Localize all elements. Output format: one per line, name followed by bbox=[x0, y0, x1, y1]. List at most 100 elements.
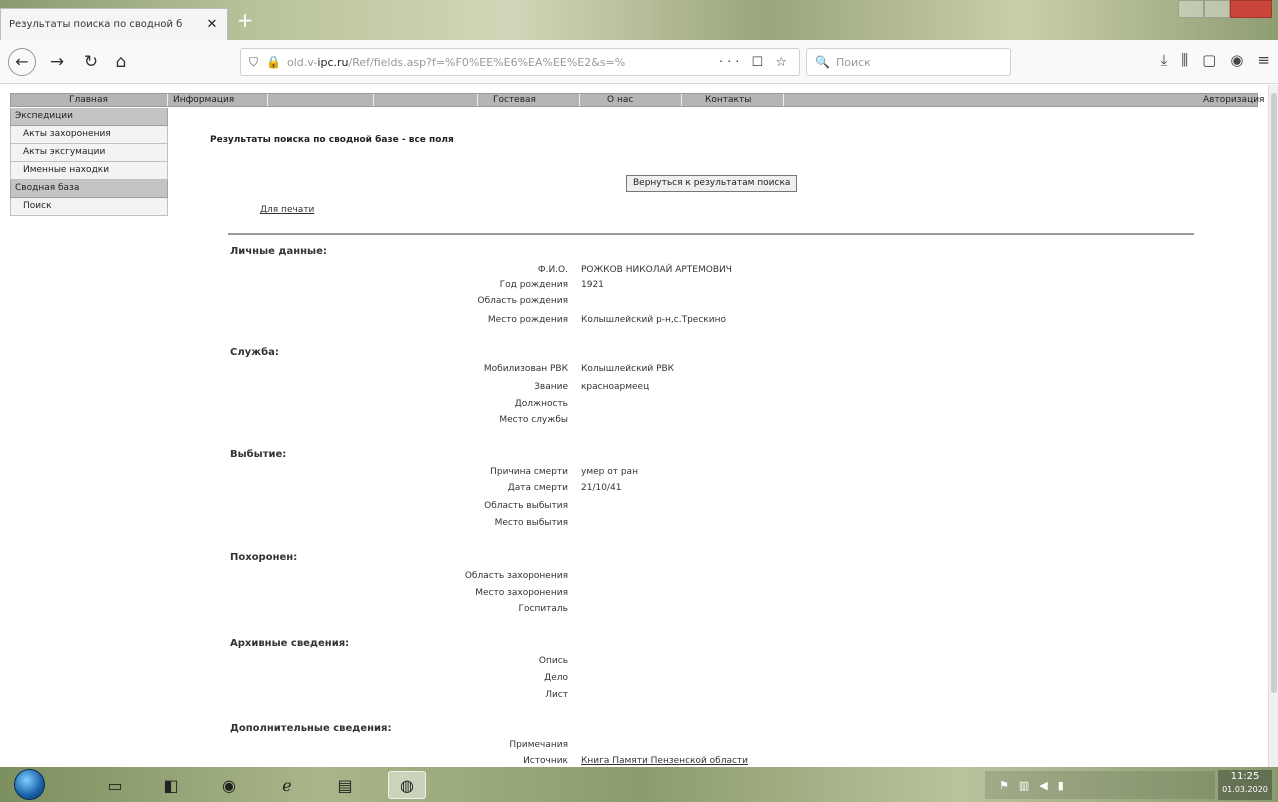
window-close-icon[interactable] bbox=[1230, 0, 1272, 18]
firefox-taskbar-icon[interactable]: ◍ bbox=[388, 771, 426, 799]
section-heading-archive: Архивные сведения: bbox=[230, 638, 350, 649]
window-controls bbox=[1178, 0, 1272, 18]
section-heading-additional: Дополнительные сведения: bbox=[230, 723, 392, 734]
field-value: 1921 bbox=[581, 280, 604, 290]
menu-about[interactable]: О нас bbox=[607, 95, 633, 105]
shield-icon[interactable]: ⛉ bbox=[249, 55, 258, 70]
field-label: Область захоронения bbox=[464, 571, 568, 581]
sidebar: Экспедиции Акты захоронения Акты эксгума… bbox=[10, 108, 168, 216]
browser-tab[interactable]: Результаты поиска по сводной б ✕ bbox=[0, 8, 228, 40]
divider bbox=[228, 233, 1194, 235]
field-label: Опись bbox=[538, 656, 568, 666]
home-icon[interactable]: ⌂ bbox=[110, 51, 132, 73]
url-path: /Ref/fields.asp?f=%F0%EE%E6%EA%EE%E2&s=% bbox=[348, 55, 626, 69]
sidebar-item-burial-acts[interactable]: Акты захоронения bbox=[10, 126, 168, 144]
field-label: Место службы bbox=[499, 415, 568, 425]
menu-home[interactable]: Главная bbox=[69, 95, 108, 105]
windows-logo-icon bbox=[14, 769, 45, 800]
source-link[interactable]: Книга Памяти Пензенской области bbox=[581, 756, 748, 766]
menu-icon[interactable]: ≡ bbox=[1257, 51, 1270, 69]
field-label: Должность bbox=[514, 399, 568, 409]
sidebar-item-expeditions[interactable]: Экспедиции bbox=[10, 108, 168, 126]
network-icon[interactable]: ▥ bbox=[1019, 779, 1029, 792]
search-bar[interactable]: 🔍 bbox=[806, 48, 1011, 76]
media-player-taskbar-icon[interactable]: ◧ bbox=[152, 771, 190, 799]
field-label: Мобилизован РВК bbox=[483, 364, 568, 374]
menu-guestbook[interactable]: Гостевая bbox=[493, 95, 536, 105]
menu-separator bbox=[167, 94, 168, 106]
start-button[interactable] bbox=[6, 769, 52, 800]
section-heading-service: Служба: bbox=[230, 347, 279, 358]
top-menu: Главная Информация Гостевая О нас Контак… bbox=[10, 93, 1264, 107]
minimize-icon[interactable] bbox=[1178, 0, 1204, 18]
volume-icon[interactable]: ◀ bbox=[1039, 779, 1047, 792]
account-icon[interactable]: ◉ bbox=[1230, 51, 1243, 69]
field-value: Колышлейский р-н,с.Трескино bbox=[581, 315, 726, 325]
field-value: умер от ран bbox=[581, 467, 638, 477]
download-icon[interactable]: ⤓ bbox=[1161, 51, 1168, 69]
battery-icon[interactable]: ▮ bbox=[1058, 779, 1064, 792]
vertical-scrollbar[interactable] bbox=[1268, 85, 1278, 767]
close-tab-icon[interactable]: ✕ bbox=[205, 17, 219, 32]
field-value: РОЖКОВ НИКОЛАЙ АРТЕМОВИЧ bbox=[581, 265, 732, 275]
new-tab-icon[interactable]: + bbox=[234, 10, 256, 32]
system-tray: ⚑ ▥ ◀ ▮ bbox=[985, 771, 1215, 799]
search-icon: 🔍 bbox=[815, 55, 830, 69]
url-text[interactable]: old.v-ipc.ru/Ref/fields.asp?f=%F0%EE%E6%… bbox=[287, 56, 711, 69]
forward-arrow-icon[interactable]: → bbox=[46, 51, 68, 73]
back-arrow-icon[interactable]: ← bbox=[8, 48, 36, 76]
sidebar-item-search[interactable]: Поиск bbox=[10, 198, 168, 216]
chrome-taskbar-icon[interactable]: ◉ bbox=[210, 771, 248, 799]
clock-time: 11:25 bbox=[1230, 771, 1260, 782]
sidebar-item-named-finds[interactable]: Именные находки bbox=[10, 162, 168, 180]
search-input[interactable] bbox=[835, 55, 996, 69]
menu-separator bbox=[783, 94, 784, 106]
field-label: Примечания bbox=[509, 740, 568, 750]
field-label: Звание bbox=[534, 382, 568, 392]
field-label: Ф.И.О. bbox=[537, 265, 568, 275]
menu-contacts[interactable]: Контакты bbox=[705, 95, 751, 105]
address-bar[interactable]: ⛉ 🔒 old.v-ipc.ru/Ref/fields.asp?f=%F0%EE… bbox=[240, 48, 800, 76]
field-label: Место выбытия bbox=[494, 518, 568, 528]
print-link[interactable]: Для печати bbox=[260, 205, 314, 215]
field-label: Дело bbox=[544, 673, 568, 683]
taskbar: ▭ ◧ ◉ ℯ ▤ ◍ ⚑ ▥ ◀ ▮ 11:25 01.03.2020 bbox=[0, 767, 1278, 802]
menu-separator bbox=[579, 94, 580, 106]
notepad-taskbar-icon[interactable]: ▤ bbox=[326, 771, 364, 799]
system-clock[interactable]: 11:25 01.03.2020 bbox=[1218, 770, 1272, 800]
section-heading-departure: Выбытие: bbox=[230, 449, 287, 460]
field-value: Колышлейский РВК bbox=[581, 364, 675, 374]
menu-auth[interactable]: Авторизация bbox=[1203, 95, 1264, 105]
explorer-taskbar-icon[interactable]: ▭ bbox=[96, 771, 134, 799]
field-value: красноармеец bbox=[581, 382, 650, 392]
web-page: Главная Информация Гостевая О нас Контак… bbox=[0, 85, 1268, 767]
flag-icon[interactable]: ⚑ bbox=[999, 779, 1009, 792]
toolbar-icons: ⤓ ⫼ ▢ ◉ ≡ bbox=[1161, 51, 1270, 69]
tab-strip: Результаты поиска по сводной б ✕ + bbox=[0, 0, 1278, 40]
menu-separator bbox=[267, 94, 268, 106]
page-title: Результаты поиска по сводной базе - все … bbox=[210, 135, 454, 145]
reload-icon[interactable]: ↻ bbox=[80, 51, 102, 73]
menu-separator bbox=[681, 94, 682, 106]
insecure-lock-icon[interactable]: 🔒 bbox=[266, 55, 281, 69]
section-heading-personal: Личные данные: bbox=[230, 246, 327, 257]
field-label: Место рождения bbox=[487, 315, 568, 325]
field-value: 21/10/41 bbox=[581, 483, 622, 493]
sidebar-icon[interactable]: ▢ bbox=[1202, 51, 1216, 69]
field-label: Источник bbox=[523, 756, 568, 766]
maximize-icon[interactable] bbox=[1204, 0, 1230, 18]
library-icon[interactable]: ⫼ bbox=[1181, 51, 1188, 69]
scrollbar-thumb[interactable] bbox=[1271, 93, 1277, 693]
sidebar-item-summary-base[interactable]: Сводная база bbox=[10, 180, 168, 198]
menu-info[interactable]: Информация bbox=[173, 95, 234, 105]
sidebar-item-exhumation-acts[interactable]: Акты эксгумации bbox=[10, 144, 168, 162]
back-to-results-button[interactable]: Вернуться к результатам поиска bbox=[626, 175, 798, 192]
field-label: Год рождения bbox=[499, 280, 568, 290]
field-label: Область выбытия bbox=[484, 501, 568, 511]
ie-taskbar-icon[interactable]: ℯ bbox=[268, 771, 306, 799]
field-label: Область рождения bbox=[477, 296, 569, 306]
section-heading-burial: Похоронен: bbox=[230, 552, 298, 563]
page-actions-icons[interactable]: ··· ☐ ☆ bbox=[719, 55, 791, 70]
field-label: Госпиталь bbox=[518, 604, 569, 614]
navigation-bar: ← → ↻ ⌂ ⛉ 🔒 old.v-ipc.ru/Ref/fields.asp?… bbox=[0, 40, 1278, 84]
